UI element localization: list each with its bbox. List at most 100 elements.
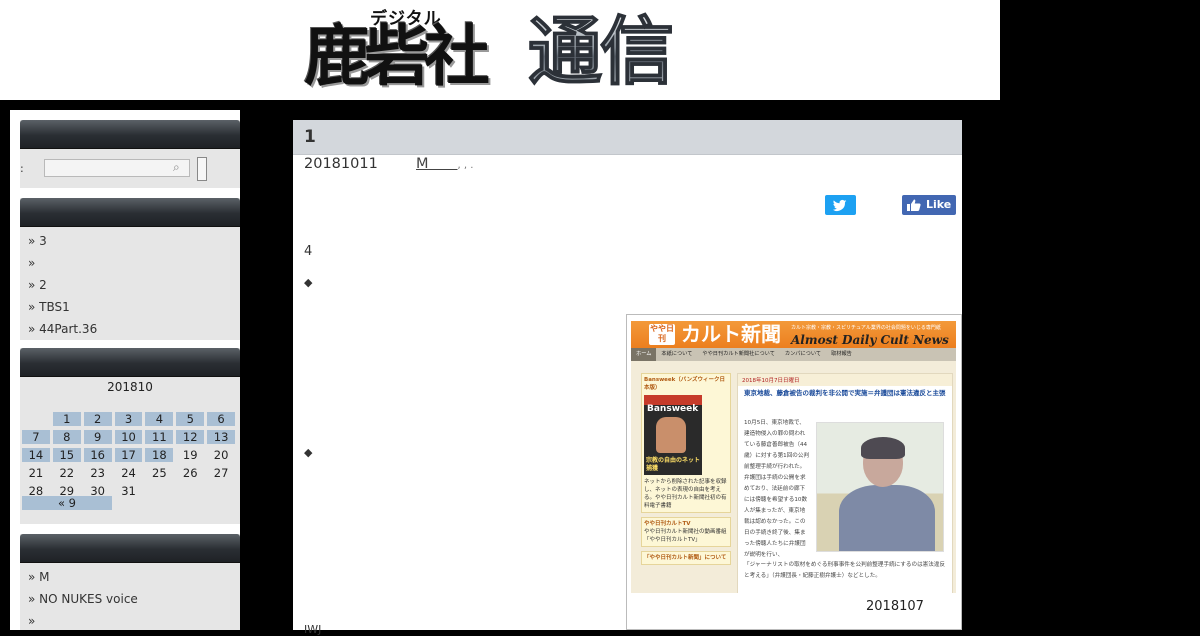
recent-posts-list: 3 2 TBS1 44Part.36 xyxy=(20,227,240,340)
cult-news-tagline: カルト宗教・宗教・スピリチュアル業界の社会問題をいじる専門紙 xyxy=(791,325,941,331)
cult-side-box-heading: 「やや日刊カルト新聞」について xyxy=(644,555,727,561)
calendar-prev-month-link[interactable]: « 9 xyxy=(22,496,112,510)
recent-post-link[interactable]: TBS1 xyxy=(28,296,240,318)
links-widget: M NO NUKES voice xyxy=(20,534,240,630)
calendar-day[interactable]: 6 xyxy=(207,412,236,426)
post-meta: 20181011 M , , . xyxy=(304,156,473,172)
calendar-day[interactable]: 16 xyxy=(83,448,112,462)
calendar-day[interactable]: 11 xyxy=(145,430,174,444)
calendar-header xyxy=(20,348,240,377)
calendar-empty-cell xyxy=(145,484,173,498)
cult-news-badge: やや日刊 xyxy=(649,324,675,345)
search-input[interactable] xyxy=(44,159,190,177)
sketch-body xyxy=(839,485,935,551)
calendar-day: 26 xyxy=(182,466,198,480)
cult-news-english-title: Almost Daily Cult News xyxy=(791,333,949,347)
search-widget-header xyxy=(20,120,240,149)
cult-news-article: 2018年10月7日日曜日 東京地裁、藤倉被告の裁判を非公開で実施＝弁護団は憲法… xyxy=(737,373,953,593)
twitter-bird-icon xyxy=(832,199,847,211)
calendar-widget: 201810 1 2 3 4 5 6 7 8 9 10 11 12 13 14 15 16 17 18 19 20 21… xyxy=(20,348,240,524)
calendar-day[interactable]: 15 xyxy=(52,448,81,462)
post-author-underline[interactable] xyxy=(429,156,458,172)
magazine-cover-line: 宗教の自由のネット捕獲 xyxy=(646,457,701,472)
cult-side-box-text: ネットから削除された記事を収録し、ネットの表現の自由を考える。やや日刊カルト新聞… xyxy=(644,479,727,509)
calendar-caption: 201810 xyxy=(107,380,153,394)
facebook-like-button[interactable]: Like xyxy=(902,195,956,215)
calendar-day: 25 xyxy=(152,466,167,480)
cult-side-box: 「やや日刊カルト新聞」について xyxy=(641,551,731,565)
cult-nav-item: ホーム xyxy=(631,348,657,361)
cult-side-box-text: やや日刊カルト新聞社の動画番組「やや日刊カルトTV」 xyxy=(644,529,727,543)
calendar-day[interactable]: 10 xyxy=(114,430,143,444)
calendar-day[interactable]: 7 xyxy=(22,430,50,444)
logo-brush-text: 鹿砦社 xyxy=(304,17,490,95)
cult-article-date: 2018年10月7日日曜日 xyxy=(738,374,952,386)
recent-posts-widget: 3 2 TBS1 44Part.36 xyxy=(20,198,240,340)
recent-posts-header xyxy=(20,198,240,227)
cult-side-box-heading: Bansweek（バンズウィーク日本版） xyxy=(644,377,725,391)
image-caption: 2018107 xyxy=(866,599,924,614)
cult-nav-item: カンパについて xyxy=(784,351,822,357)
post-title[interactable]: 1 xyxy=(304,127,316,147)
calendar-day[interactable]: 5 xyxy=(176,412,205,426)
calendar-day[interactable]: 13 xyxy=(207,430,236,444)
sketch-hair xyxy=(861,437,905,459)
cult-news-header: やや日刊 カルト新聞 カルト宗教・宗教・スピリチュアル業界の社会問題をいじる専門… xyxy=(631,321,956,348)
search-button[interactable] xyxy=(197,157,207,181)
facebook-like-label: Like xyxy=(926,198,952,211)
hand-illustration xyxy=(656,417,686,453)
calendar-grid: 1 2 3 4 5 6 7 8 9 10 11 12 13 14 15 16 17 18 19 20 21 22 23 24 2… xyxy=(22,410,238,500)
calendar-day: 24 xyxy=(121,466,136,480)
post-tags[interactable]: , , . xyxy=(458,160,474,171)
links-list: M NO NUKES voice xyxy=(20,563,240,632)
calendar-day[interactable]: 17 xyxy=(114,448,143,462)
calendar-day[interactable]: 18 xyxy=(145,448,174,462)
recent-post-link[interactable]: 3 xyxy=(28,230,240,252)
post-date: 20181011 xyxy=(304,156,378,172)
sidebar-link[interactable] xyxy=(28,610,240,632)
main-article: 1 20181011 M , , . Like 4 ◆ ◆ IWJ やや日刊 カル… xyxy=(293,120,962,636)
calendar-day[interactable]: 9 xyxy=(83,430,112,444)
post-body-number: 4 xyxy=(304,244,313,259)
calendar-day[interactable]: 12 xyxy=(176,430,205,444)
tweet-button[interactable] xyxy=(825,195,856,215)
site-logo[interactable]: デジタル 鹿砦社 通信 xyxy=(300,2,692,98)
magazine-cover-image: Bansweek 宗教の自由のネット捕獲 xyxy=(644,395,702,475)
post-author-link[interactable]: M xyxy=(416,156,429,172)
search-label: : xyxy=(20,162,24,175)
sidebar-link[interactable]: NO NUKES voice xyxy=(28,588,240,610)
calendar-day[interactable]: 2 xyxy=(83,412,112,426)
magazine-name: Bansweek xyxy=(647,404,699,414)
calendar-day: 31 xyxy=(121,484,136,498)
calendar-week-row: 123456 xyxy=(22,410,238,428)
calendar-empty-cell xyxy=(207,484,235,498)
post-body-line: 4 xyxy=(304,244,312,259)
recent-post-link[interactable]: 2 xyxy=(28,274,240,296)
calendar-day[interactable]: 14 xyxy=(22,448,50,462)
calendar-week-row: 7 8 9 10 11 12 13 xyxy=(22,428,238,446)
calendar-day[interactable]: 4 xyxy=(145,412,174,426)
recent-post-link[interactable]: 44Part.36 xyxy=(28,318,240,340)
calendar-day: 21 xyxy=(28,466,44,480)
logo-steel-text: 通信 xyxy=(527,8,675,96)
sidebar: : ⌕ 3 2 TBS1 44Part.36 201810 1234567891… xyxy=(10,110,240,630)
calendar-day: 20 xyxy=(213,448,229,462)
calendar-day: 27 xyxy=(213,466,229,480)
embedded-screenshot[interactable]: やや日刊 カルト新聞 カルト宗教・宗教・スピリチュアル業界の社会問題をいじる専門… xyxy=(626,314,962,630)
calendar-week-row: 21 22 23 24 25 26 27 xyxy=(22,464,238,482)
defendant-sketch-illustration xyxy=(816,422,944,552)
calendar-day[interactable]: 3 xyxy=(114,412,143,426)
cult-side-box-heading: やや日刊カルトTV xyxy=(644,521,691,527)
post-title-bar xyxy=(293,120,962,155)
calendar-day[interactable]: 8 xyxy=(52,430,81,444)
calendar-day: 19 xyxy=(182,448,198,462)
cult-article-text: 10月5日、東京地裁で、建造物侵入の罪の問われている藤倉善郎被告（44歳）に対す… xyxy=(744,420,810,558)
cult-nav-item: 本紙について xyxy=(661,351,693,357)
cult-article-headline: 東京地裁、藤倉被告の裁判を非公開で実施＝弁護団は憲法違反と主張 xyxy=(744,389,946,397)
calendar-week-row: 14 15 16 17 18 19 20 xyxy=(22,446,238,464)
calendar-day[interactable]: 1 xyxy=(52,412,81,426)
cult-nav-item: 取材報告 xyxy=(831,351,852,357)
recent-post-link[interactable] xyxy=(28,252,240,274)
calendar-day: 23 xyxy=(90,466,105,480)
sidebar-link[interactable]: M xyxy=(28,566,240,588)
